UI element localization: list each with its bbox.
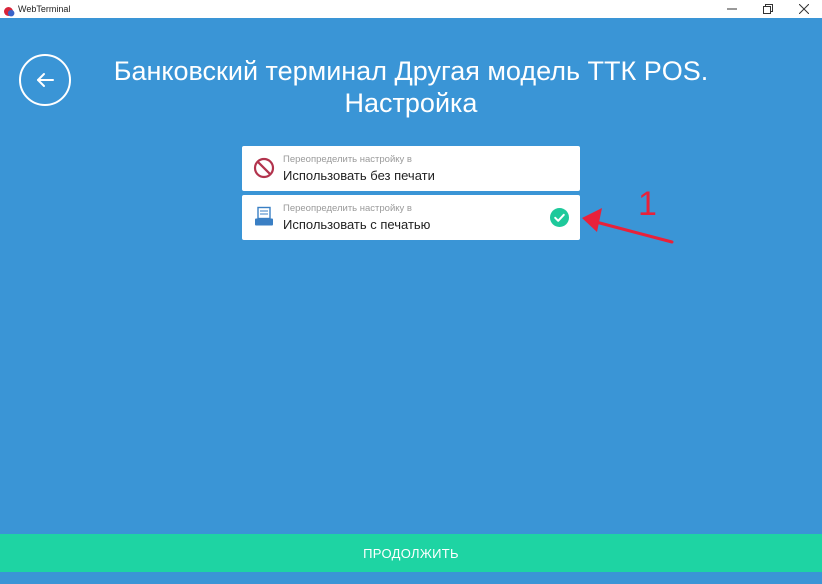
printer-icon: [253, 206, 275, 228]
close-button[interactable]: [786, 0, 822, 18]
continue-label: ПРОДОЛЖИТЬ: [363, 545, 459, 561]
option-with-print[interactable]: Переопределить настройку в Использовать …: [242, 195, 580, 240]
options-list: Переопределить настройку в Использовать …: [242, 146, 580, 244]
check-circle-icon: [550, 208, 569, 227]
option-value: Использовать без печати: [283, 168, 435, 183]
close-icon: [799, 4, 809, 14]
app-window: WebTerminal Банковский терминал Другая м…: [0, 0, 822, 584]
minimize-button[interactable]: [714, 0, 750, 18]
title-bar: WebTerminal: [0, 0, 822, 18]
option-hint: Переопределить настройку в: [283, 203, 412, 214]
window-controls: [714, 0, 822, 18]
restore-icon: [763, 4, 773, 14]
option-value: Использовать с печатью: [283, 217, 431, 232]
window-title: WebTerminal: [18, 4, 71, 14]
minimize-icon: [727, 8, 737, 10]
annotation-number: 1: [638, 185, 657, 223]
page-title: Банковский терминал Другая модель ТТК PO…: [113, 56, 709, 118]
continue-button[interactable]: ПРОДОЛЖИТЬ: [0, 534, 822, 572]
annotation-arrow-icon: [582, 208, 674, 244]
option-hint: Переопределить настройку в: [283, 154, 412, 165]
no-print-icon: [253, 157, 275, 179]
option-without-print[interactable]: Переопределить настройку в Использовать …: [242, 146, 580, 191]
arrow-left-icon: [37, 73, 54, 87]
app-logo-icon: [4, 4, 15, 16]
restore-button[interactable]: [750, 0, 786, 18]
back-button[interactable]: [19, 54, 71, 106]
